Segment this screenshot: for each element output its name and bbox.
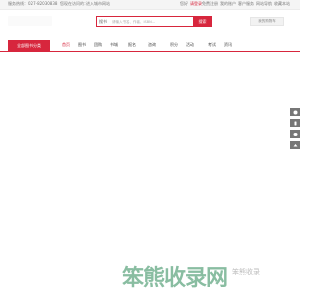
top-icon[interactable] bbox=[290, 141, 300, 149]
nav-item-home[interactable]: 首页 bbox=[62, 42, 70, 48]
register-link[interactable]: 免费注册 bbox=[202, 1, 218, 7]
nav-item-exam[interactable]: 考试 bbox=[208, 42, 216, 48]
qq-icon[interactable] bbox=[290, 108, 300, 116]
favorite-link[interactable]: 收藏本站 bbox=[274, 1, 290, 7]
top-bar: 服务热线：027-82030838 您现在访问的： 进入城市网站 您好 请登录 … bbox=[0, 0, 300, 10]
all-categories-button[interactable]: 全部图书分类 bbox=[8, 40, 50, 51]
nav-item-store[interactable]: 书城 bbox=[110, 42, 118, 48]
nav-item-news[interactable]: 资讯 bbox=[224, 42, 232, 48]
nav-item-group[interactable]: 团购 bbox=[94, 42, 102, 48]
search-input[interactable] bbox=[112, 18, 194, 26]
watermark-sub-text: 笨熊收录 bbox=[232, 268, 260, 276]
site-logo[interactable] bbox=[8, 16, 52, 26]
nav-item-signup[interactable]: 报名 bbox=[128, 42, 136, 48]
nav-item-activity[interactable]: 活动 bbox=[186, 42, 194, 48]
customer-service-link[interactable]: 客户服务 bbox=[238, 1, 254, 7]
my-account-link[interactable]: 我的账户 bbox=[220, 1, 236, 7]
search-button[interactable]: 搜索 bbox=[193, 16, 212, 27]
wechat-icon[interactable] bbox=[290, 130, 300, 138]
nav-divider bbox=[0, 51, 300, 52]
nav-item-consult[interactable]: 咨询 bbox=[148, 42, 156, 48]
city-site-link[interactable]: 进入城市网站 bbox=[86, 1, 110, 7]
phone-icon[interactable] bbox=[290, 119, 300, 127]
greeting-text: 您好 bbox=[180, 1, 188, 6]
search-bar: 搜书 搜索 bbox=[96, 16, 212, 27]
nav-item-books[interactable]: 图书 bbox=[78, 42, 86, 48]
location-text: 您现在访问的： bbox=[60, 1, 88, 6]
site-nav-link[interactable]: 网站导航 bbox=[256, 1, 272, 7]
hotline-text: 服务热线：027-82030838 bbox=[8, 1, 58, 6]
nav-item-points[interactable]: 积分 bbox=[170, 42, 178, 48]
login-link[interactable]: 请登录 bbox=[190, 1, 202, 7]
side-toolbar bbox=[290, 108, 300, 152]
watermark-logo-text: 笨熊收录网 bbox=[122, 266, 228, 291]
cart-button[interactable]: 我的购物车 bbox=[250, 17, 284, 26]
search-type-select[interactable]: 搜书 bbox=[99, 19, 107, 25]
